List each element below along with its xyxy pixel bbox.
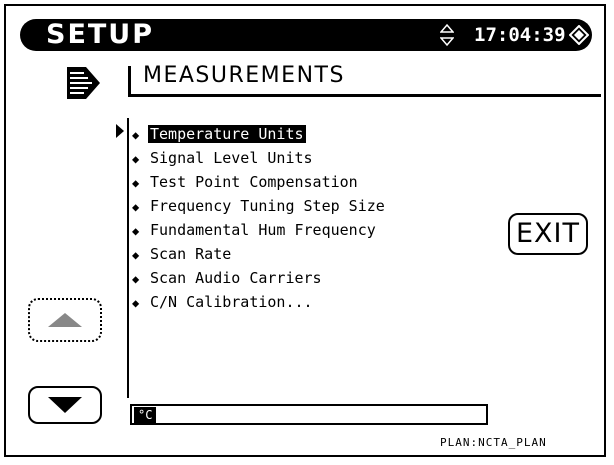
menu-item-scan-audio-carriers[interactable]: ◆ Scan Audio Carriers bbox=[132, 266, 387, 290]
scroll-up-icon bbox=[48, 313, 82, 327]
menu-item-label: Scan Audio Carriers bbox=[150, 269, 322, 287]
scroll-down-icon bbox=[48, 397, 82, 413]
menu-item-cn-calibration[interactable]: ◆ C/N Calibration... bbox=[132, 290, 387, 314]
bullet-icon: ◆ bbox=[132, 152, 140, 166]
menu-item-fundamental-hum-frequency[interactable]: ◆ Fundamental Hum Frequency bbox=[132, 218, 387, 242]
bullet-icon: ◆ bbox=[132, 248, 140, 262]
up-down-arrows-icon bbox=[440, 23, 454, 47]
menu-item-label: Frequency Tuning Step Size bbox=[150, 197, 385, 215]
value-display-field: °C bbox=[130, 404, 488, 425]
menu-item-label: Signal Level Units bbox=[150, 149, 313, 167]
menu-item-frequency-tuning-step-size[interactable]: ◆ Frequency Tuning Step Size bbox=[132, 194, 387, 218]
page-heading-box: MEASUREMENTS bbox=[128, 63, 601, 97]
bullet-icon: ◆ bbox=[132, 200, 140, 214]
bullet-icon: ◆ bbox=[132, 296, 140, 310]
bullet-icon: ◆ bbox=[132, 176, 140, 190]
menu-item-scan-rate[interactable]: ◆ Scan Rate bbox=[132, 242, 387, 266]
menu-item-temperature-units[interactable]: ◆ Temperature Units bbox=[132, 122, 387, 146]
current-value: °C bbox=[134, 407, 157, 423]
diamond-status-icon bbox=[569, 25, 589, 45]
menu-item-signal-level-units[interactable]: ◆ Signal Level Units bbox=[132, 146, 387, 170]
menu-item-label: Scan Rate bbox=[150, 245, 232, 263]
menu-arrow-icon[interactable] bbox=[66, 66, 102, 100]
scroll-down-button[interactable] bbox=[28, 386, 102, 424]
screen-title: SETUP bbox=[46, 19, 155, 50]
cursor-arrow-icon bbox=[116, 124, 124, 138]
bullet-icon: ◆ bbox=[132, 224, 140, 238]
menu-item-test-point-compensation[interactable]: ◆ Test Point Compensation bbox=[132, 170, 387, 194]
bullet-icon: ◆ bbox=[132, 272, 140, 286]
bullet-icon: ◆ bbox=[132, 128, 140, 142]
page-heading: MEASUREMENTS bbox=[143, 63, 345, 88]
menu-item-label: C/N Calibration... bbox=[150, 293, 313, 311]
clock-display: 17:04:39 bbox=[474, 24, 566, 46]
scroll-up-button[interactable] bbox=[28, 298, 102, 342]
title-bar: SETUP 17:04:39 bbox=[20, 19, 592, 51]
menu-item-label: Temperature Units bbox=[148, 125, 306, 143]
settings-menu: ◆ Temperature Units ◆ Signal Level Units ◆… bbox=[132, 122, 387, 314]
exit-button[interactable]: EXIT bbox=[508, 213, 588, 255]
plan-label: PLAN:NCTA_PLAN bbox=[440, 436, 547, 449]
menu-item-label: Test Point Compensation bbox=[150, 173, 358, 191]
menu-divider bbox=[127, 118, 129, 398]
menu-item-label: Fundamental Hum Frequency bbox=[150, 221, 376, 239]
